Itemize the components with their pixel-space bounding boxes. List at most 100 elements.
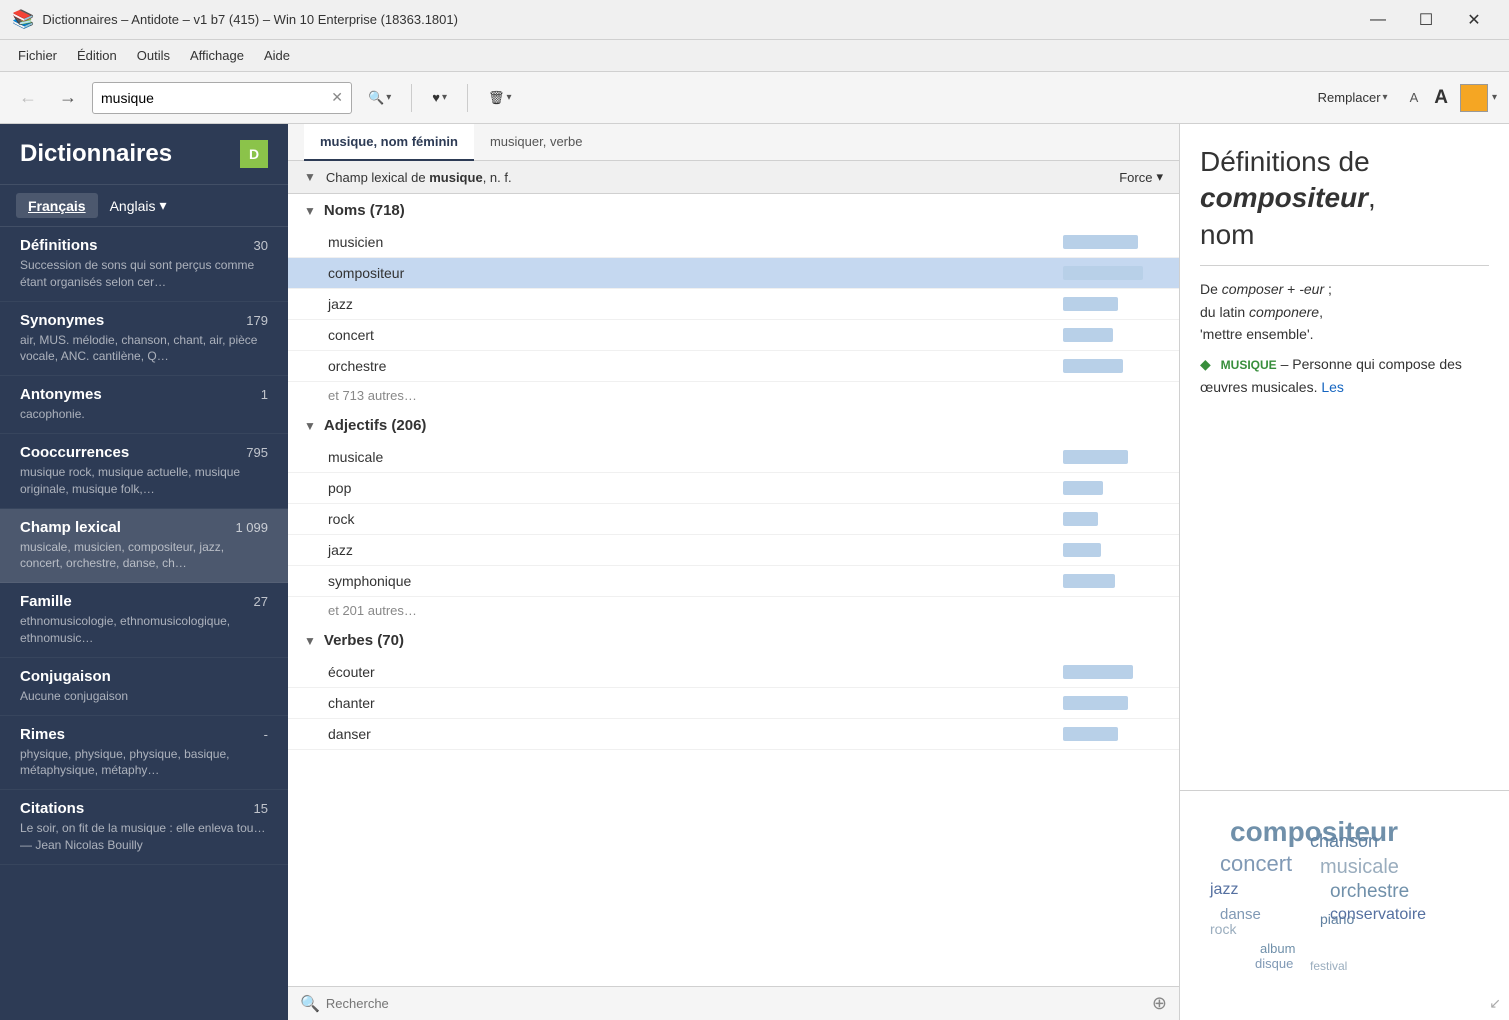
section-header-adjectifs[interactable]: ▼Adjectifs (206) xyxy=(288,409,1179,442)
replace-dropdown-arrow: ▾ xyxy=(1383,92,1388,103)
sidebar-item-famille[interactable]: Famille 27 ethnomusicologie, ethnomusico… xyxy=(0,583,288,658)
list-item[interactable]: orchestre xyxy=(288,351,1179,382)
sidebar: Dictionnaires D Français Anglais ▾ Défin… xyxy=(0,124,288,1020)
right-panel: Définitions decompositeur,nom De compose… xyxy=(1179,124,1509,1020)
list-item[interactable]: concert xyxy=(288,320,1179,351)
tab-0[interactable]: musique, nom féminin xyxy=(304,124,474,161)
definition-content: ◆ MUSIQUE – Personne qui compose des œuv… xyxy=(1200,353,1489,398)
search-icon: 🔍 xyxy=(368,90,384,106)
heart-icon: ♥ xyxy=(432,90,440,105)
more-link-adjectifs[interactable]: et 201 autres… xyxy=(288,597,1179,624)
history-icon: 🗑 xyxy=(488,90,505,106)
list-item[interactable]: musicien xyxy=(288,227,1179,258)
menu-fichier[interactable]: Fichier xyxy=(8,44,67,67)
toolbar: ← → ✕ 🔍 ▾ ♥ ▾ 🗑 ▾ Remplacer ▾ A A ▾ xyxy=(0,72,1509,124)
color-swatch[interactable] xyxy=(1460,84,1488,112)
sidebar-item-cooccurrences[interactable]: Cooccurrences 795 musique rock, musique … xyxy=(0,434,288,509)
list-header-left: ▼ Champ lexical de musique, n. f. xyxy=(304,170,1119,185)
menu-outils[interactable]: Outils xyxy=(127,44,180,67)
color-dropdown-arrow: ▾ xyxy=(1492,92,1497,103)
list-header: ▼ Champ lexical de musique, n. f. Force … xyxy=(288,161,1179,194)
collapse-icon[interactable]: ▼ xyxy=(304,170,316,184)
definition-title: Définitions decompositeur,nom xyxy=(1200,144,1489,253)
sidebar-header: Dictionnaires D xyxy=(0,124,288,185)
toolbar-right: Remplacer ▾ A A ▾ xyxy=(1308,82,1497,114)
sidebar-item-antonymes[interactable]: Antonymes 1 cacophonie. xyxy=(0,376,288,434)
forward-button[interactable]: → xyxy=(52,82,84,114)
close-button[interactable]: ✕ xyxy=(1451,0,1497,40)
word-cloud-word[interactable]: jazz xyxy=(1210,881,1238,899)
list-item[interactable]: musicale xyxy=(288,442,1179,473)
list-item[interactable]: pop xyxy=(288,473,1179,504)
word-cloud-word[interactable]: conservatoire xyxy=(1330,906,1426,924)
color-picker: ▾ xyxy=(1460,84,1497,112)
lang-anglais-button[interactable]: Anglais ▾ xyxy=(102,193,175,218)
sidebar-title: Dictionnaires xyxy=(20,140,240,168)
list-item[interactable]: chanter xyxy=(288,688,1179,719)
lang-francais-button[interactable]: Français xyxy=(16,193,98,218)
menu-affichage[interactable]: Affichage xyxy=(180,44,254,67)
def-divider xyxy=(1200,265,1489,266)
section-header-verbes[interactable]: ▼Verbes (70) xyxy=(288,624,1179,657)
word-cloud-word[interactable]: orchestre xyxy=(1330,881,1409,903)
font-small-button[interactable]: A xyxy=(1406,86,1423,109)
right-panel-scroll[interactable]: Définitions decompositeur,nom De compose… xyxy=(1180,124,1509,790)
tab-1[interactable]: musiquer, verbe xyxy=(474,124,599,161)
resize-handle[interactable]: ↙ xyxy=(1489,995,1501,1012)
search-bottom-input[interactable] xyxy=(326,996,1152,1011)
search-button[interactable]: 🔍 ▾ xyxy=(360,82,399,114)
word-cloud-word[interactable]: musicale xyxy=(1320,856,1399,879)
menu-edition[interactable]: Édition xyxy=(67,44,127,67)
replace-button[interactable]: Remplacer ▾ xyxy=(1308,82,1398,114)
list-item[interactable]: compositeur xyxy=(288,258,1179,289)
sort-label[interactable]: Force xyxy=(1119,170,1152,185)
section-header-noms[interactable]: ▼Noms (718) xyxy=(288,194,1179,227)
right-panel-inner-layout: Définitions decompositeur,nom De compose… xyxy=(1180,124,1509,1020)
word-cloud-word[interactable]: album xyxy=(1260,941,1295,956)
domain-diamond: ◆ xyxy=(1200,356,1211,372)
list-item[interactable]: rock xyxy=(288,504,1179,535)
sidebar-item-champ-lexical[interactable]: Champ lexical 1 099 musicale, musicien, … xyxy=(0,509,288,584)
search-box: ✕ xyxy=(92,82,352,114)
back-button[interactable]: ← xyxy=(12,82,44,114)
filter-icon[interactable]: ⊕ xyxy=(1152,993,1167,1014)
search-bottom-icon: 🔍 xyxy=(300,994,320,1014)
word-cloud-word[interactable]: rock xyxy=(1210,921,1236,937)
search-bottom-bar: 🔍 ⊕ xyxy=(288,986,1179,1020)
list-item[interactable]: danser xyxy=(288,719,1179,750)
sidebar-item-synonymes[interactable]: Synonymes 179 air, MUS. mélodie, chanson… xyxy=(0,302,288,377)
search-clear-icon[interactable]: ✕ xyxy=(331,89,343,106)
word-cloud: ↙ compositeurconcertmusicalechansonjazzo… xyxy=(1180,790,1509,1020)
search-dropdown-arrow: ▾ xyxy=(386,92,391,103)
word-cloud-word[interactable]: festival xyxy=(1310,959,1347,973)
sidebar-item-définitions[interactable]: Définitions 30 Succession de sons qui so… xyxy=(0,227,288,302)
menu-aide[interactable]: Aide xyxy=(254,44,300,67)
list-scroll[interactable]: ▼Noms (718) musicien compositeur jazz co… xyxy=(288,194,1179,986)
minimize-button[interactable]: — xyxy=(1355,0,1401,40)
definition-etymology: De composer + -eur ; du latin componere,… xyxy=(1200,278,1489,345)
list-item[interactable]: jazz xyxy=(288,535,1179,566)
window-controls: — ☐ ✕ xyxy=(1355,0,1497,40)
main-layout: Dictionnaires D Français Anglais ▾ Défin… xyxy=(0,124,1509,1020)
list-area: ▼ Champ lexical de musique, n. f. Force … xyxy=(288,161,1179,1020)
sidebar-item-citations[interactable]: Citations 15 Le soir, on fit de la musiq… xyxy=(0,790,288,865)
word-cloud-word[interactable]: disque xyxy=(1255,956,1293,971)
titlebar-title: Dictionnaires – Antidote – v1 b7 (415) –… xyxy=(42,12,1355,27)
list-item[interactable]: écouter xyxy=(288,657,1179,688)
list-item[interactable]: symphonique xyxy=(288,566,1179,597)
word-cloud-word[interactable]: concert xyxy=(1220,851,1292,877)
lang-dropdown-arrow: ▾ xyxy=(160,197,167,214)
sidebar-item-conjugaison[interactable]: Conjugaison Aucune conjugaison xyxy=(0,658,288,716)
more-link-noms[interactable]: et 713 autres… xyxy=(288,382,1179,409)
list-item[interactable]: jazz xyxy=(288,289,1179,320)
font-large-button[interactable]: A xyxy=(1430,83,1452,113)
favorites-button[interactable]: ♥ ▾ xyxy=(424,82,455,114)
favorites-dropdown-arrow: ▾ xyxy=(442,92,447,103)
sidebar-item-rimes[interactable]: Rimes - physique, physique, physique, ba… xyxy=(0,716,288,791)
search-input[interactable] xyxy=(101,90,331,106)
definition-blue-text: Les xyxy=(1321,379,1344,395)
word-cloud-word[interactable]: chanson xyxy=(1310,831,1378,852)
sidebar-icon: D xyxy=(240,140,268,168)
history-button[interactable]: 🗑 ▾ xyxy=(480,82,520,114)
maximize-button[interactable]: ☐ xyxy=(1403,0,1449,40)
